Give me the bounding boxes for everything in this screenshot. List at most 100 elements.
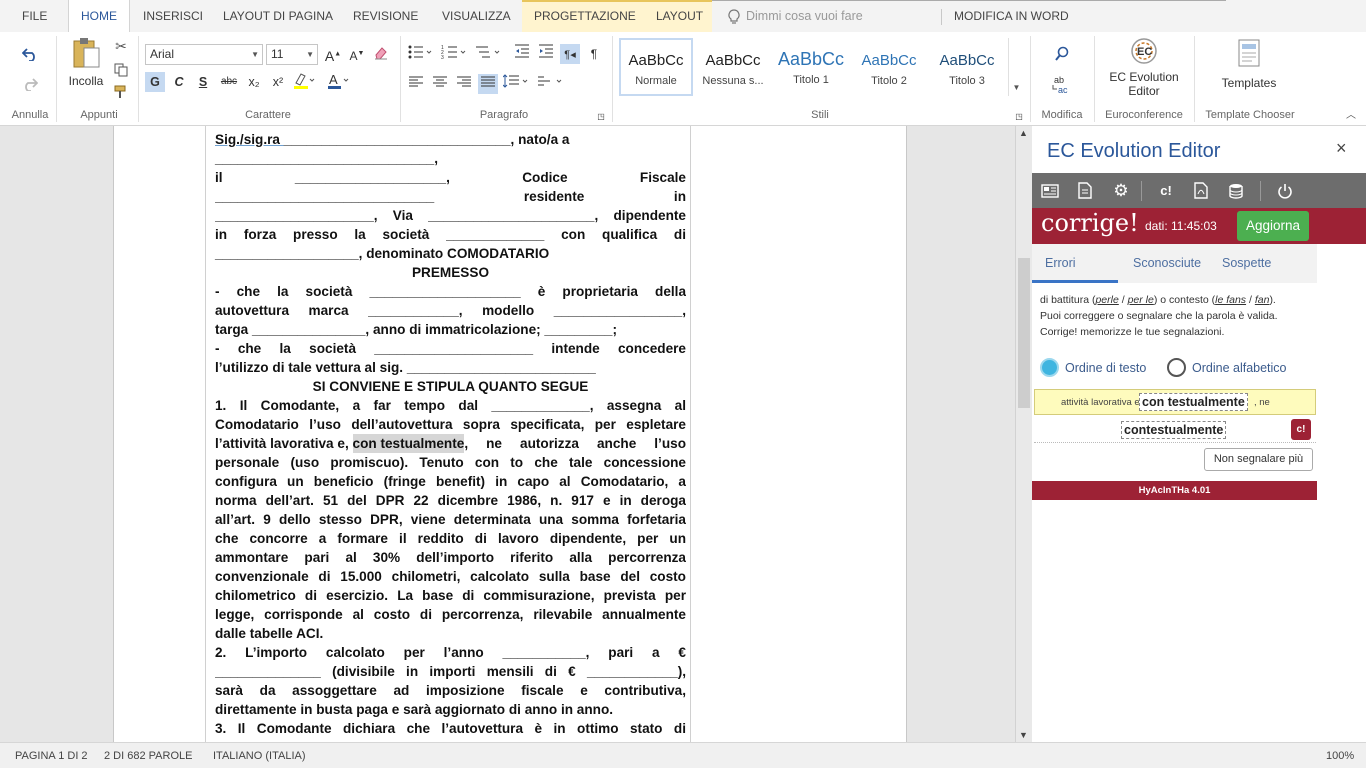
font-size-combo[interactable]: 11 ▼ [266,44,318,65]
tab-view[interactable]: VISUALIZZA [430,0,523,32]
tell-me-box[interactable]: Dimmi cosa vuoi fare [728,0,863,32]
tab-layout[interactable]: LAYOUT [644,0,715,32]
copy-button[interactable] [112,62,130,78]
radio-alphabetical-order[interactable]: Ordine alfabetico [1167,358,1287,377]
bullet-list-icon [408,45,432,59]
settings-button[interactable]: ⚙ [1105,173,1137,208]
word-window: FILE HOME INSERISCI LAYOUT DI PAGINA REV… [0,0,1366,768]
style-heading-2[interactable]: AaBbCc Titolo 2 [852,38,926,96]
styles-more-button[interactable]: ▼ [1008,38,1024,96]
multilevel-list-button[interactable] [474,44,502,64]
pdf-button[interactable] [1185,173,1217,208]
close-pane-button[interactable]: × [1336,138,1347,159]
style-preview: AaBbCc [705,52,761,69]
style-heading-1[interactable]: AaBbCc Titolo 1 [774,38,848,96]
zoom-level[interactable]: 100% [1326,750,1354,762]
tab-design[interactable]: PROGETTAZIONE [522,0,648,32]
dont-flag-again-button[interactable]: Non segnalare più [1204,448,1313,471]
language-indicator[interactable]: ITALIANO (ITALIA) [213,750,306,762]
numbering-button[interactable]: 123 [440,44,468,64]
doc-line: configura un beneficio (fringe benefit) … [215,474,686,489]
group-separator [1194,36,1195,122]
align-center-icon [433,76,447,87]
flagged-word-highlight[interactable]: con testualmente [352,434,465,453]
flagged-word[interactable]: con testualmente [1139,393,1248,411]
group-separator [612,36,613,122]
line-spacing-button[interactable] [502,74,530,94]
paragraph-dialog-launcher[interactable]: ◳ [596,112,606,122]
decrease-indent-button[interactable] [512,44,532,64]
collapse-ribbon-button[interactable]: ︿ [1344,106,1358,121]
database-button[interactable] [1220,173,1252,208]
tab-home[interactable]: HOME [68,0,130,33]
group-label-template-chooser: Template Chooser [1205,109,1295,121]
apply-suggestion-button[interactable]: c! [1291,419,1311,440]
style-name: Titolo 1 [793,74,829,86]
scrollbar-thumb[interactable] [1018,258,1030,408]
scroll-up-arrow-icon[interactable]: ▲ [1019,128,1028,138]
font-color-button[interactable]: A [325,72,351,92]
document-body[interactable]: Sig./sig.ra ____________________________… [215,130,686,738]
ec-evolution-editor-button[interactable]: EC EC Evolution Editor [1100,36,1188,104]
style-heading-3[interactable]: AaBbCc Titolo 3 [930,38,1004,96]
status-bar: PAGINA 1 DI 2 2 DI 682 PAROLE ITALIANO (… [0,742,1366,768]
subscript-button[interactable]: x₂ [244,72,264,92]
tab-errors[interactable]: Errori [1045,244,1076,283]
ribbon-tab-bar: FILE HOME INSERISCI LAYOUT DI PAGINA REV… [0,0,1366,33]
tab-suspect[interactable]: Sospette [1222,244,1271,283]
tab-insert[interactable]: INSERISCI [131,0,215,32]
font-name-combo[interactable]: Arial ▼ [145,44,263,65]
show-marks-button[interactable]: ¶ [584,44,604,64]
document-page[interactable]: Sig./sig.ra ____________________________… [113,126,907,742]
refresh-button[interactable]: Aggiorna [1237,211,1309,241]
newspaper-button[interactable] [1034,173,1066,208]
replace-button[interactable]: ab ac [1050,74,1074,96]
tab-file[interactable]: FILE [10,0,59,32]
power-button[interactable] [1269,173,1301,208]
templates-button[interactable]: Templates [1210,38,1288,94]
tab-review[interactable]: REVISIONE [341,0,430,32]
styles-dialog-launcher[interactable]: ◳ [1014,112,1024,122]
align-center-button[interactable] [430,74,450,94]
align-right-button[interactable] [454,74,474,94]
superscript-button[interactable]: x² [268,72,288,92]
word-count[interactable]: 2 DI 682 PAROLE [104,750,192,762]
rtl-button[interactable]: ¶◂ [560,44,580,64]
corrige-button[interactable]: c! [1150,173,1182,208]
undo-button[interactable] [20,44,40,64]
vertical-scrollbar[interactable]: ▲ ▼ [1015,126,1032,742]
document-button[interactable] [1069,173,1101,208]
tab-page-layout[interactable]: LAYOUT DI PAGINA [211,0,345,32]
underline-button[interactable]: S [193,72,213,92]
style-normal[interactable]: AaBbCc Normale [619,38,693,96]
align-left-button[interactable] [406,74,426,94]
paste-button[interactable]: Incolla [66,36,106,92]
chevron-down-icon: ▼ [306,50,314,59]
scroll-down-arrow-icon[interactable]: ▼ [1019,730,1028,740]
suggestion-word[interactable]: contestualmente [1121,421,1227,439]
increase-indent-button[interactable] [536,44,556,64]
font-size-value: 11 [271,47,284,61]
info-text: di battitura (perle / per le) o contesto… [1040,292,1320,340]
tab-edit-in-word[interactable]: MODIFICA IN WORD [942,0,1081,32]
grow-font-button[interactable]: A▲ [323,44,343,64]
bold-button[interactable]: G [145,72,165,92]
style-no-spacing[interactable]: AaBbCc Nessuna s... [696,38,770,96]
italic-button[interactable]: C [169,72,189,92]
cut-button[interactable]: ✂ [112,38,130,54]
paragraph-spacing-button[interactable] [536,74,564,94]
clear-format-button[interactable] [371,44,391,64]
highlight-color-button[interactable] [291,72,317,92]
strikethrough-button[interactable]: abc [217,72,241,92]
radio-text-order[interactable]: Ordine di testo [1040,358,1146,377]
bullets-button[interactable] [406,44,434,64]
shrink-font-button[interactable]: A▼ [347,44,367,64]
newspaper-icon [1041,183,1059,198]
tab-unknown[interactable]: Sconosciute [1133,244,1201,283]
page-count[interactable]: PAGINA 1 DI 2 [15,750,88,762]
find-button[interactable] [1052,44,1072,64]
format-painter-button[interactable] [112,84,130,100]
justify-button[interactable] [478,74,498,94]
redo-button[interactable] [20,74,40,94]
power-icon [1278,183,1292,199]
